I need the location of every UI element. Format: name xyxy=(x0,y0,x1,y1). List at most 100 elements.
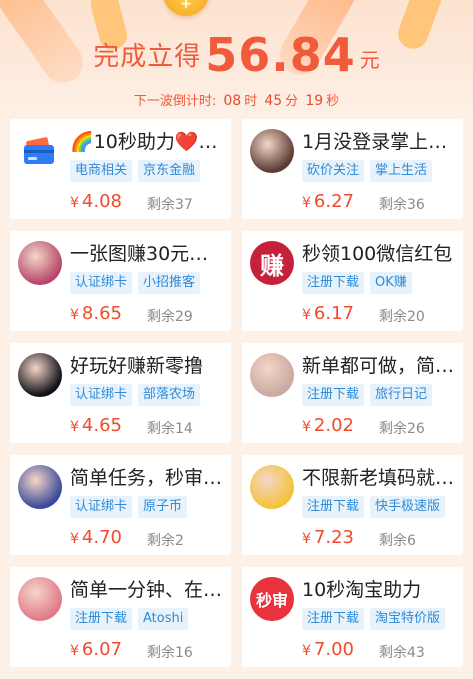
task-remaining: 剩余14 xyxy=(147,421,193,437)
countdown-minutes: 45 xyxy=(264,93,283,109)
price-value: 4.08 xyxy=(81,191,122,212)
countdown-timer: 下一波倒计时: 08 时 45 分 19 秒 xyxy=(0,90,473,109)
task-remaining: 剩余36 xyxy=(379,197,425,213)
zhuan-logo: 赚 xyxy=(250,241,294,285)
task-tag: OK赚 xyxy=(370,272,412,294)
task-tags: 注册下载 淘宝特价版 xyxy=(302,608,446,630)
task-tag: 砍价关注 xyxy=(302,160,365,182)
cartoon-photo xyxy=(18,465,62,509)
currency-symbol: ¥ xyxy=(302,419,311,435)
task-remaining: 剩余26 xyxy=(379,421,425,437)
currency-symbol: ¥ xyxy=(302,307,311,323)
currency-symbol: ¥ xyxy=(302,643,311,659)
card-icon xyxy=(18,129,62,173)
task-tags: 注册下载 Atoshi xyxy=(70,608,189,630)
task-tag: 注册下载 xyxy=(302,272,365,294)
task-price: ¥7.00 xyxy=(302,639,354,660)
task-tags: 电商相关 京东金融 xyxy=(70,160,201,182)
currency-symbol: ¥ xyxy=(302,195,311,211)
task-title: 好玩好赚新零撸 xyxy=(70,355,204,377)
doll-photo xyxy=(250,353,294,397)
task-title: 1月没登录掌上… xyxy=(302,131,448,153)
task-tag: 掌上生活 xyxy=(370,160,433,182)
task-remaining: 剩余16 xyxy=(147,645,193,661)
price-value: 6.07 xyxy=(81,639,122,660)
task-title: 一张图赚30元… xyxy=(70,243,209,265)
price-value: 7.23 xyxy=(313,527,354,548)
task-remaining: 剩余2 xyxy=(147,533,184,549)
task-tags: 注册下载 快手极速版 xyxy=(302,496,446,518)
task-title: 🌈10秒助力❤️… xyxy=(70,131,218,153)
task-card[interactable]: 简单一分钟、在… 注册下载 Atoshi ¥6.07 剩余16 xyxy=(10,567,231,667)
task-card[interactable]: 好玩好赚新零撸 认证绑卡 部落农场 ¥4.65 剩余14 xyxy=(10,343,231,443)
task-title: 10秒淘宝助力 xyxy=(302,579,422,601)
task-title: 不限新老填码就… xyxy=(302,467,455,489)
countdown-seconds-unit: 秒 xyxy=(326,94,340,109)
task-remaining: 剩余20 xyxy=(379,309,425,325)
countdown-hours: 08 xyxy=(223,93,242,109)
task-tag: 原子币 xyxy=(138,496,188,518)
task-remaining: 剩余6 xyxy=(379,533,416,549)
task-tag: 注册下载 xyxy=(70,608,133,630)
task-price: ¥6.17 xyxy=(302,303,354,324)
task-card[interactable]: 不限新老填码就… 注册下载 快手极速版 ¥7.23 剩余6 xyxy=(242,455,463,555)
task-tag: 认证绑卡 xyxy=(70,496,133,518)
night-photo xyxy=(18,353,62,397)
task-card[interactable]: 秒审 10秒淘宝助力 注册下载 淘宝特价版 ¥7.00 剩余43 xyxy=(242,567,463,667)
countdown-hours-unit: 时 xyxy=(244,94,258,109)
task-tags: 注册下载 旅行日记 xyxy=(302,384,433,406)
task-card[interactable]: 🌈10秒助力❤️… 电商相关 京东金融 ¥4.08 剩余37 xyxy=(10,119,231,219)
task-card[interactable]: 简单任务，秒审… 认证绑卡 原子币 ¥4.70 剩余2 xyxy=(10,455,231,555)
price-value: 4.70 xyxy=(81,527,122,548)
currency-symbol: ¥ xyxy=(302,531,311,547)
task-card[interactable]: 赚秒领100微信红包 注册下载 OK赚 ¥6.17 剩余20 xyxy=(242,231,463,331)
task-price: ¥2.02 xyxy=(302,415,354,436)
currency-symbol: ¥ xyxy=(70,195,79,211)
currency-symbol: ¥ xyxy=(70,419,79,435)
task-tag: 旅行日记 xyxy=(370,384,433,406)
task-card[interactable]: 1月没登录掌上… 砍价关注 掌上生活 ¥6.27 剩余36 xyxy=(242,119,463,219)
anime-photo xyxy=(18,241,62,285)
task-price: ¥7.23 xyxy=(302,527,354,548)
task-tag: 快手极速版 xyxy=(370,496,446,518)
task-tag: 淘宝特价版 xyxy=(370,608,446,630)
task-tags: 注册下载 OK赚 xyxy=(302,272,412,294)
task-tags: 认证绑卡 小招推客 xyxy=(70,272,201,294)
task-card[interactable]: 一张图赚30元… 认证绑卡 小招推客 ¥8.65 剩余29 xyxy=(10,231,231,331)
reward-unit: 元 xyxy=(359,48,380,72)
task-tag: 注册下载 xyxy=(302,384,365,406)
task-tag: 小招推客 xyxy=(138,272,201,294)
task-tag: 部落农场 xyxy=(138,384,201,406)
task-price: ¥6.27 xyxy=(302,191,354,212)
task-tag: 京东金融 xyxy=(138,160,201,182)
task-card[interactable]: 新单都可做，简… 注册下载 旅行日记 ¥2.02 剩余26 xyxy=(242,343,463,443)
header-banner: + 完成立得56.84 元 下一波倒计时: 08 时 45 分 19 秒 xyxy=(0,0,473,118)
task-title: 新单都可做，简… xyxy=(302,355,455,377)
task-tag: Atoshi xyxy=(138,608,189,630)
currency-symbol: ¥ xyxy=(70,307,79,323)
task-price: ¥4.65 xyxy=(70,415,122,436)
task-price: ¥4.70 xyxy=(70,527,122,548)
task-tag: 认证绑卡 xyxy=(70,384,133,406)
task-tag: 电商相关 xyxy=(70,160,133,182)
headline-prefix: 完成立得 xyxy=(93,42,202,72)
currency-symbol: ¥ xyxy=(70,531,79,547)
countdown-minutes-unit: 分 xyxy=(285,94,299,109)
task-price: ¥8.65 xyxy=(70,303,122,324)
task-tags: 认证绑卡 原子币 xyxy=(70,496,188,518)
task-remaining: 剩余29 xyxy=(147,309,193,325)
task-remaining: 剩余43 xyxy=(379,645,425,661)
price-value: 8.65 xyxy=(81,303,122,324)
task-remaining: 剩余37 xyxy=(147,197,193,213)
task-tag: 认证绑卡 xyxy=(70,272,133,294)
price-value: 7.00 xyxy=(313,639,354,660)
price-value: 2.02 xyxy=(313,415,354,436)
price-value: 4.65 xyxy=(81,415,122,436)
task-title: 秒领100微信红包 xyxy=(302,243,453,265)
coin-icon: + xyxy=(163,0,209,16)
glasses-girl-photo xyxy=(250,465,294,509)
task-tags: 砍价关注 掌上生活 xyxy=(302,160,433,182)
countdown-seconds: 19 xyxy=(305,93,324,109)
currency-symbol: ¥ xyxy=(70,643,79,659)
countdown-label: 下一波倒计时: xyxy=(133,94,217,109)
